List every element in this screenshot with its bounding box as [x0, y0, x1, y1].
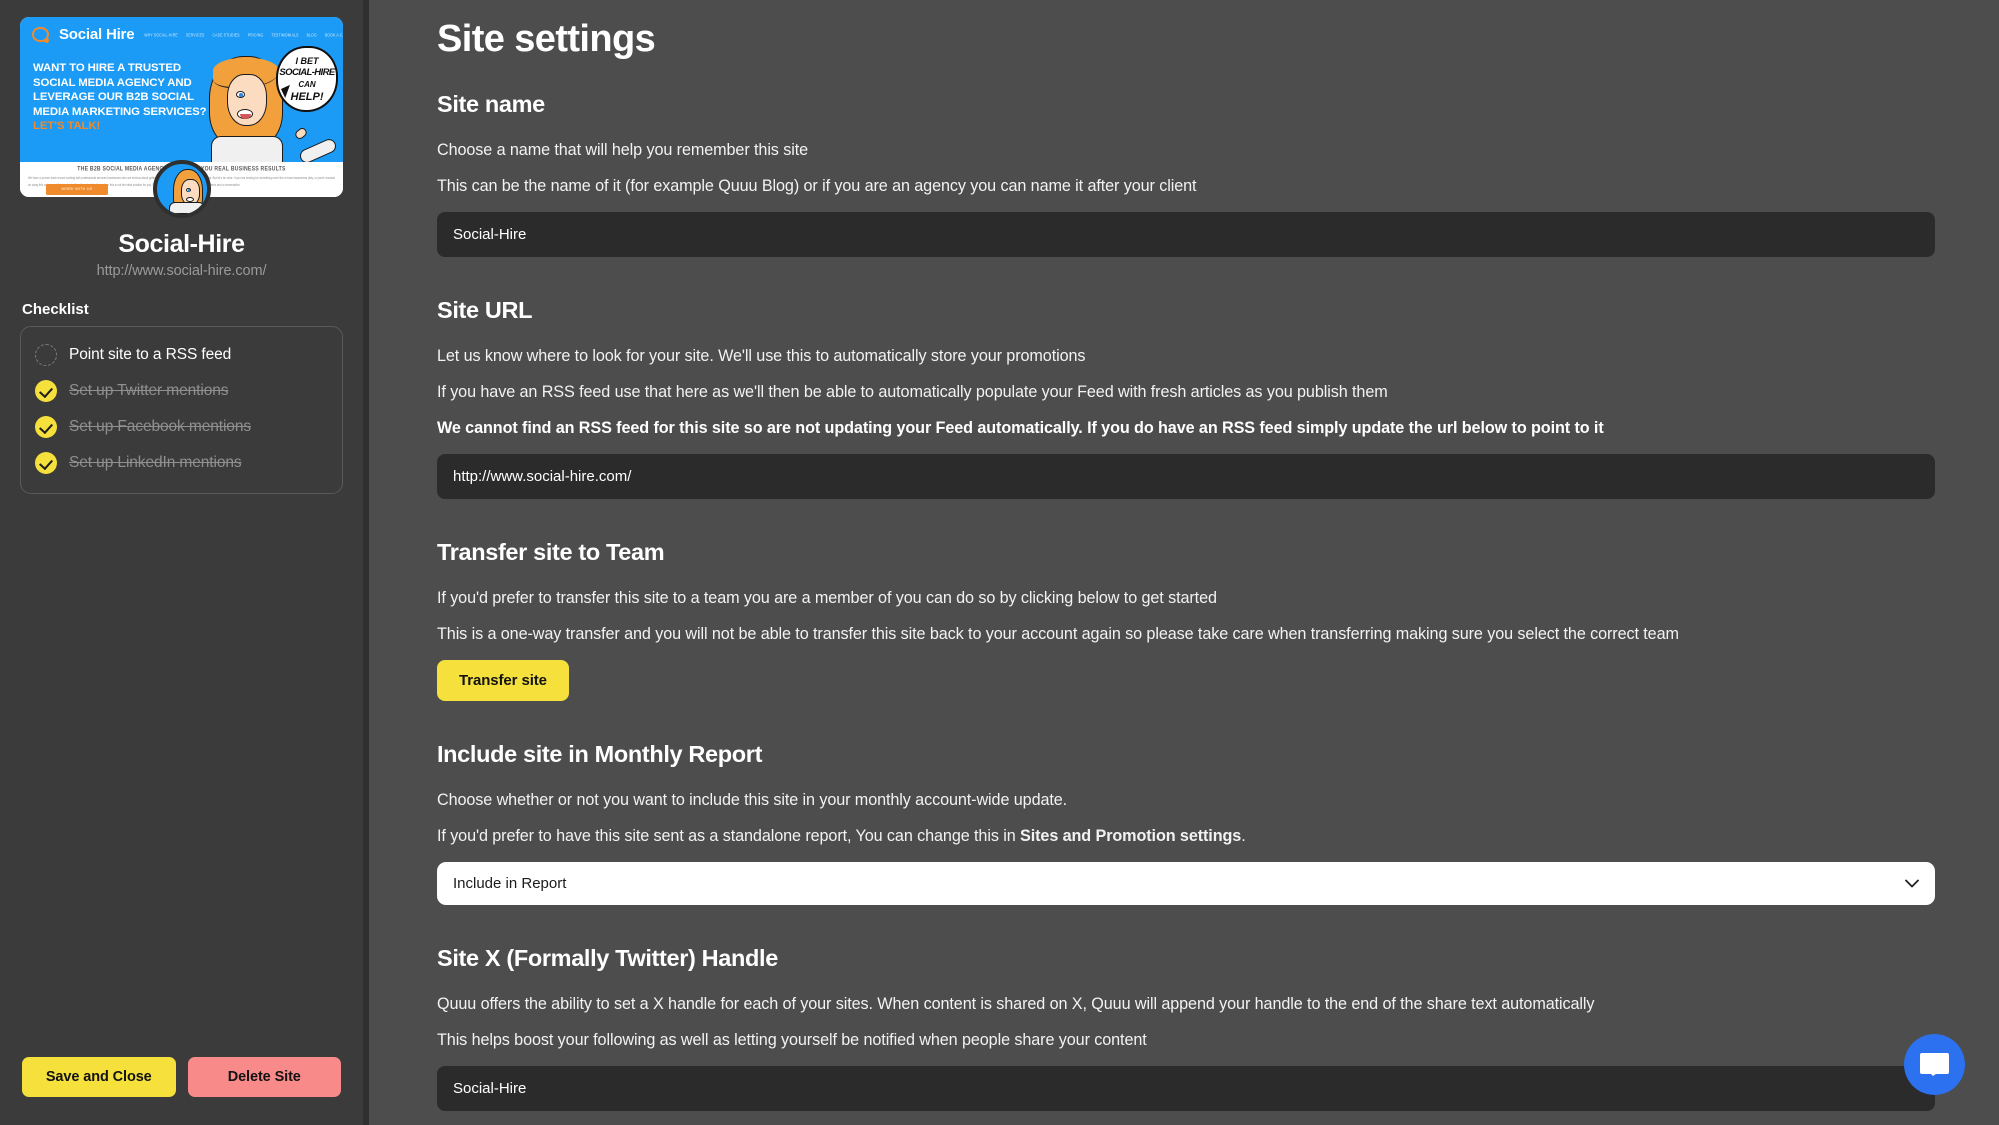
sidebar-site-url: http://www.social-hire.com/ — [96, 263, 267, 279]
site-name-description-1: Choose a name that will help you remembe… — [437, 141, 808, 159]
nav-item: SERVICES — [185, 31, 205, 38]
checklist-item-facebook-mentions[interactable]: Set up Facebook mentions — [21, 409, 342, 445]
checklist-item-label: Point site to a RSS feed — [69, 346, 232, 363]
site-url-description-2: If you have an RSS feed use that here as… — [437, 383, 1388, 401]
save-and-close-button[interactable]: Save and Close — [22, 1057, 176, 1097]
sites-and-promotion-settings-link[interactable]: Sites and Promotion settings — [1020, 827, 1241, 845]
report-description-2-post: . — [1241, 827, 1246, 845]
nav-item: BLOG — [306, 31, 317, 38]
chat-widget-button[interactable] — [1904, 1034, 1965, 1095]
avatar — [152, 160, 211, 218]
monthly-report-select[interactable]: Include in Report Exclude from Report — [437, 862, 1935, 905]
site-preview-cta-button: WORK WITH US — [46, 184, 108, 195]
sidebar-site-name: Social-Hire — [118, 230, 245, 258]
section-title-site-url: Site URL — [437, 297, 533, 323]
report-description-2: If you'd prefer to have this site sent a… — [437, 826, 1935, 846]
site-name-input[interactable] — [437, 212, 1935, 257]
checklist-item-label: Set up Facebook mentions — [69, 418, 251, 435]
checklist-item-twitter-mentions[interactable]: Set up Twitter mentions — [21, 373, 342, 409]
main-content: Site settings Site name Choose a name th… — [377, 0, 1999, 1125]
speech-bubble-icon: I BET SOCIAL-HIRE CAN HELP! — [276, 46, 338, 112]
x-handle-description-2: This helps boost your following as well … — [437, 1031, 1147, 1049]
report-description-2-pre: If you'd prefer to have this site sent a… — [437, 827, 1021, 845]
headline-cta: LET'S TALK! — [33, 120, 101, 133]
cartoon-illustration: I BET SOCIAL-HIRE CAN HELP! — [191, 44, 343, 162]
site-preview-menu: WHY SOCIAL-HIRE SERVICES CASE STUDIES PR… — [144, 31, 343, 38]
cartoon-face — [227, 74, 267, 126]
section-title-monthly-report: Include site in Monthly Report — [437, 741, 763, 767]
transfer-description-1: If you'd prefer to transfer this site to… — [437, 589, 1217, 607]
checklist-item-label: Set up Twitter mentions — [69, 382, 229, 399]
circle-empty-icon — [35, 344, 57, 366]
nav-item: PRICING — [247, 31, 264, 38]
nav-item: TESTIMONIALS — [271, 31, 299, 38]
check-circle-icon — [35, 380, 57, 402]
sidebar-actions: Save and Close Delete Site — [20, 1057, 343, 1117]
bubble-line-3: CAN — [298, 80, 316, 89]
site-url-description-1: Let us know where to look for your site.… — [437, 347, 1086, 365]
headline-text: WANT TO HIRE A TRUSTED SOCIAL MEDIA AGEN… — [33, 62, 207, 118]
cartoon-arm — [297, 136, 339, 162]
site-name-description-2: This can be the name of it (for example … — [437, 177, 1197, 195]
check-circle-icon — [35, 416, 57, 438]
cartoon-eye — [236, 91, 245, 98]
sidebar-panel: Social Hire WHY SOCIAL-HIRE SERVICES CAS… — [9, 8, 354, 1117]
sidebar: Social Hire WHY SOCIAL-HIRE SERVICES CAS… — [0, 0, 363, 1125]
site-preview-hero: Social Hire WHY SOCIAL-HIRE SERVICES CAS… — [20, 17, 343, 162]
transfer-description-2: This is a one-way transfer and you will … — [437, 625, 1679, 643]
nav-item: CASE STUDIES — [212, 31, 240, 38]
site-url-input[interactable] — [437, 454, 1935, 499]
x-handle-description-1: Quuu offers the ability to set a X handl… — [437, 995, 1595, 1013]
bubble-line-2: SOCIAL-HIRE — [279, 67, 335, 78]
rss-feed-warning: We cannot find an RSS feed for this site… — [437, 419, 1604, 437]
section-title-x-handle: Site X (Formally Twitter) Handle — [437, 945, 778, 971]
bubble-line-1: I BET — [295, 56, 319, 66]
delete-site-button[interactable]: Delete Site — [187, 1057, 341, 1097]
section-title-site-name: Site name — [437, 91, 545, 117]
site-settings-page: Social Hire WHY SOCIAL-HIRE SERVICES CAS… — [0, 0, 1999, 1125]
site-preview-nav: Social Hire WHY SOCIAL-HIRE SERVICES CAS… — [20, 17, 343, 43]
cartoon-finger — [293, 126, 309, 141]
section-title-transfer-site: Transfer site to Team — [437, 539, 665, 565]
cartoon-mouth — [237, 109, 253, 119]
check-circle-icon — [35, 452, 57, 474]
checklist-item-linkedin-mentions[interactable]: Set up LinkedIn mentions — [21, 445, 342, 481]
sidebar-divider — [363, 0, 377, 1125]
checklist-item-label: Set up LinkedIn mentions — [69, 454, 242, 471]
checklist-item-rss-feed[interactable]: Point site to a RSS feed — [21, 337, 342, 373]
report-select-wrapper: Include in Report Exclude from Report — [437, 862, 1935, 905]
checklist: Point site to a RSS feed Set up Twitter … — [20, 326, 343, 494]
transfer-site-button[interactable]: Transfer site — [437, 660, 569, 701]
page-title: Site settings — [437, 18, 656, 60]
chat-bubble-icon — [1920, 1053, 1949, 1076]
social-hire-logo-icon — [32, 27, 49, 43]
avatar-shirt — [168, 202, 205, 214]
nav-item: WHY SOCIAL-HIRE — [144, 31, 178, 38]
site-preview-logo-text: Social Hire — [59, 26, 135, 43]
avatar-eye — [185, 188, 191, 192]
nav-item: BOOK A CALL — [324, 31, 343, 38]
site-preview-headline: WANT TO HIRE A TRUSTED SOCIAL MEDIA AGEN… — [33, 61, 208, 134]
report-description-1: Choose whether or not you want to includ… — [437, 791, 1068, 809]
bubble-line-4: HELP! — [290, 91, 324, 103]
checklist-heading: Checklist — [22, 301, 89, 318]
x-handle-input[interactable] — [437, 1066, 1935, 1111]
cartoon-shirt — [211, 136, 283, 162]
